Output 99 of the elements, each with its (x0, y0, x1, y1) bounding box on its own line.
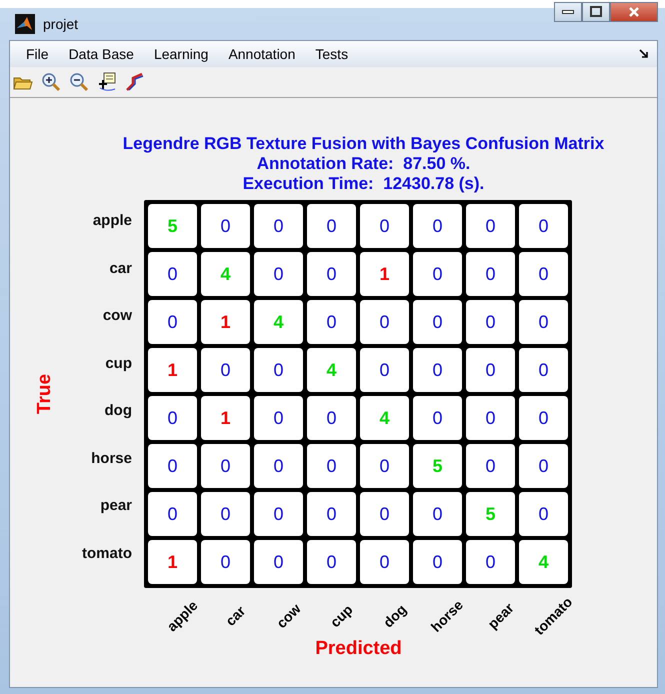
menu-item[interactable]: Annotation (222, 46, 306, 62)
matrix-cell: 0 (307, 252, 356, 296)
maximize-button[interactable] (582, 2, 610, 22)
close-icon (628, 6, 640, 18)
matrix-cell: 0 (519, 492, 568, 536)
matrix-cell: 0 (413, 300, 462, 344)
matrix-cell: 1 (148, 540, 197, 584)
maximize-icon (590, 6, 602, 18)
app-logo-icon (15, 14, 35, 34)
row-label: apple (92, 212, 132, 229)
matrix-cell: 0 (201, 204, 250, 248)
matrix-cell: 4 (519, 540, 568, 584)
row-label: cup (105, 354, 132, 372)
menu-item[interactable]: Data Base (62, 46, 144, 62)
row-label: pear (100, 497, 132, 514)
matrix-cell: 0 (201, 348, 250, 392)
minimize-icon (562, 10, 574, 14)
matrix-cell: 0 (360, 300, 409, 344)
matrix-cell: 0 (360, 348, 409, 392)
zoom-out-icon[interactable] (69, 72, 89, 92)
matrix-cell: 0 (360, 540, 409, 584)
matrix-cell: 4 (201, 252, 250, 296)
matrix-cell: 0 (413, 252, 462, 296)
minimize-button[interactable] (554, 2, 582, 22)
column-label: cup (326, 601, 357, 632)
matrix-cell: 4 (307, 348, 356, 392)
matrix-cell: 5 (413, 444, 462, 488)
close-button[interactable] (610, 2, 658, 22)
matrix-cell: 0 (254, 348, 303, 392)
matrix-cell: 0 (307, 540, 356, 584)
matrix-cell: 0 (148, 492, 197, 536)
matrix-cell: 0 (254, 492, 303, 536)
matrix-cell: 0 (466, 396, 515, 440)
matrix-cell: 0 (519, 252, 568, 296)
matrix-cell: 0 (254, 252, 303, 296)
matrix-cell: 0 (413, 540, 462, 584)
window-title: projet (43, 16, 78, 32)
edit-plot-icon[interactable] (125, 72, 145, 92)
matrix-cell: 0 (201, 540, 250, 584)
matrix-cell: 0 (148, 252, 197, 296)
matrix-cell: 0 (466, 252, 515, 296)
x-axis-label: Predicted (315, 638, 402, 660)
matrix-cell: 0 (307, 204, 356, 248)
matrix-cell: 1 (201, 300, 250, 344)
matrix-cell: 0 (519, 204, 568, 248)
y-axis-label: True (34, 374, 56, 414)
matrix-cell: 0 (360, 492, 409, 536)
matrix-cell: 4 (254, 300, 303, 344)
column-label: dog (380, 601, 410, 633)
matrix-cell: 0 (148, 444, 197, 488)
matrix-cell: 0 (148, 396, 197, 440)
matrix-cell: 0 (466, 348, 515, 392)
matrix-cell: 0 (413, 204, 462, 248)
matrix-cell: 5 (466, 492, 515, 536)
menu-item[interactable]: Tests (309, 46, 358, 62)
matrix-cell: 4 (360, 396, 409, 440)
matrix-cell: 0 (519, 396, 568, 440)
row-label: cow (102, 307, 132, 324)
dock-arrow-icon[interactable] (639, 49, 649, 59)
column-label: car (222, 602, 250, 631)
matrix-cell: 0 (466, 204, 515, 248)
matrix-cell: 0 (466, 444, 515, 488)
row-label: horse (91, 450, 132, 466)
matrix-cell: 0 (413, 348, 462, 392)
data-cursor-icon[interactable] (97, 72, 117, 92)
row-label: car (109, 260, 132, 276)
matrix-cell: 0 (466, 300, 515, 344)
column-label: cow (273, 600, 305, 634)
matrix-cell: 0 (148, 300, 197, 344)
matrix-cell: 0 (519, 300, 568, 344)
matrix-cell: 0 (254, 204, 303, 248)
menu-item[interactable]: Learning (148, 46, 218, 62)
matrix-cell: 0 (413, 396, 462, 440)
plot-title: Legendre RGB Texture Fusion with Bayes Confusion Matrix (122, 134, 604, 154)
matrix-cell: 0 (466, 540, 515, 584)
matrix-cell: 0 (519, 348, 568, 392)
matrix-cell: 0 (307, 396, 356, 440)
matrix-cell: 1 (201, 396, 250, 440)
matrix-cell: 0 (307, 300, 356, 344)
zoom-in-icon[interactable] (41, 72, 61, 92)
matrix-cell: 0 (307, 444, 356, 488)
matrix-cell: 5 (148, 204, 197, 248)
matrix-cell: 0 (413, 492, 462, 536)
matrix-cell: 0 (360, 444, 409, 488)
row-label: dog (104, 402, 132, 419)
matrix-cell: 0 (254, 540, 303, 584)
matrix-cell: 0 (307, 492, 356, 536)
matrix-cell: 0 (201, 444, 250, 488)
matrix-cell: 1 (360, 252, 409, 296)
matrix-cell: 0 (254, 396, 303, 440)
plot-title: Annotation Rate: 87.50 %. (256, 154, 472, 174)
plot-title: Execution Time: 12430.78 (s). (242, 174, 486, 194)
row-label: tomato (82, 544, 132, 562)
matrix-cell: 0 (360, 204, 409, 248)
matrix-cell: 1 (148, 348, 197, 392)
menu-item[interactable]: File (20, 46, 59, 62)
matrix-cell: 0 (519, 444, 568, 488)
matrix-cell: 0 (254, 444, 303, 488)
matrix-cell: 0 (201, 492, 250, 536)
